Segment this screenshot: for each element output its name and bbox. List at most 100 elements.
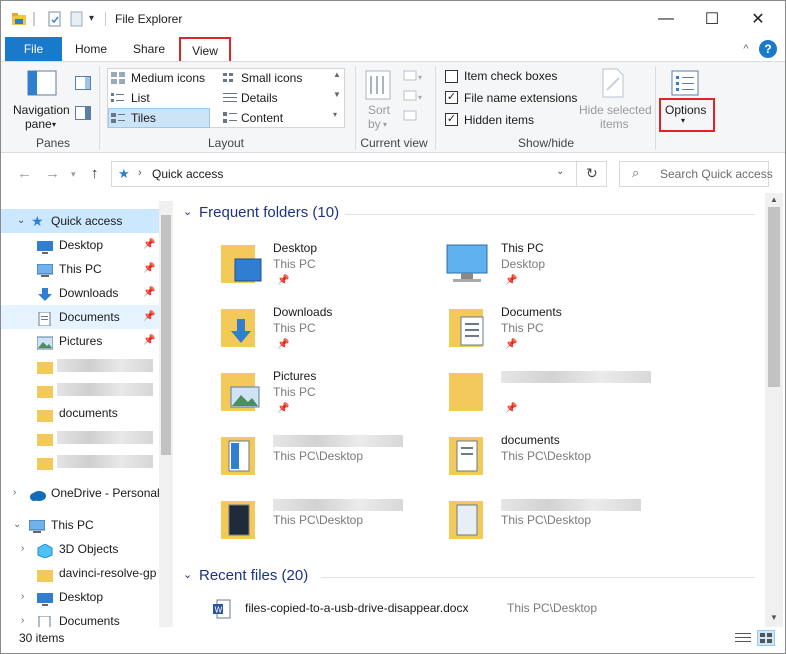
group-by-icon[interactable]: ▾	[403, 70, 425, 85]
scroll-up-icon[interactable]: ▲	[770, 195, 778, 204]
expand-chevron-icon[interactable]: ›	[21, 537, 24, 561]
folder-tile-blurred[interactable]: This PC\Desktop	[213, 489, 433, 551]
folder-tile-this-pc[interactable]: This PC Desktop 📌	[441, 233, 661, 295]
collapse-group-icon[interactable]: ⌄	[183, 568, 192, 581]
layout-tiles[interactable]: Tiles	[131, 111, 156, 125]
sort-by-icon[interactable]	[365, 70, 391, 103]
size-columns-icon[interactable]	[403, 110, 425, 125]
nav-blurred-folder[interactable]	[1, 425, 159, 449]
nav-desktop[interactable]: Desktop 📌	[1, 233, 159, 257]
collapse-ribbon-icon[interactable]: ^	[739, 37, 753, 61]
nav-pictures[interactable]: Pictures 📌	[1, 329, 159, 353]
item-check-boxes-checkbox[interactable]	[445, 70, 458, 83]
content-scroll-thumb[interactable]	[768, 207, 780, 387]
sort-by-label[interactable]: Sort	[368, 103, 390, 117]
scroll-down-icon[interactable]: ▼	[770, 613, 778, 622]
hide-selected-label-2[interactable]: items	[600, 117, 629, 131]
hidden-items-label[interactable]: Hidden items	[464, 113, 534, 127]
tab-share[interactable]: Share	[125, 37, 173, 61]
file-name-extensions-checkbox[interactable]: ✓	[445, 91, 458, 104]
search-input[interactable]: Search Quick access	[660, 167, 773, 181]
maximize-button[interactable]: ☐	[689, 1, 735, 37]
hide-selected-label[interactable]: Hide selected	[579, 103, 652, 117]
recent-file-row[interactable]: W files-copied-to-a-usb-drive-disappear.…	[209, 597, 749, 621]
forward-arrow-icon[interactable]: →	[45, 165, 60, 182]
add-columns-icon[interactable]: ▾	[403, 90, 425, 105]
nav-pc-desktop[interactable]: › Desktop	[1, 585, 159, 609]
tab-file[interactable]: File	[5, 37, 62, 61]
layout-content[interactable]: Content	[241, 111, 283, 125]
folder-tile-blurred[interactable]: This PC\Desktop	[441, 489, 661, 551]
folder-tile-desktop[interactable]: Desktop This PC 📌	[213, 233, 433, 295]
nav-this-pc[interactable]: This PC 📌	[1, 257, 159, 281]
navigation-pane-label-2[interactable]: pane	[25, 117, 52, 131]
close-button[interactable]: ✕	[735, 1, 781, 37]
nav-blurred-folder[interactable]	[1, 353, 159, 377]
layout-medium-icons[interactable]: Medium icons	[131, 71, 205, 85]
nav-scroll-thumb[interactable]	[161, 215, 171, 455]
nav-blurred-folder[interactable]	[1, 449, 159, 473]
layout-small-icons[interactable]: Small icons	[241, 71, 302, 85]
folder-tile-documents-desktop[interactable]: documents This PC\Desktop	[441, 425, 661, 487]
details-view-icon[interactable]	[735, 632, 751, 647]
hide-selected-items-icon[interactable]	[601, 68, 625, 101]
frequent-folders-header[interactable]: Frequent folders (10)	[199, 204, 339, 221]
nav-documents[interactable]: Documents 📌	[1, 305, 159, 329]
breadcrumb[interactable]: Quick access	[152, 167, 223, 181]
options-button[interactable]: Options	[665, 103, 706, 117]
expand-chevron-icon[interactable]: ›	[13, 481, 16, 505]
search-box[interactable]: ⌕ Search Quick access	[619, 161, 773, 187]
address-dropdown-icon[interactable]: ⌄	[556, 166, 564, 177]
recent-locations-icon[interactable]: ▾	[71, 169, 76, 180]
expand-chevron-icon[interactable]: ›	[21, 609, 24, 627]
layout-scroll-down-icon[interactable]: ▼	[333, 90, 341, 99]
nav-onedrive[interactable]: › OneDrive - Personal	[1, 481, 160, 505]
navigation-pane-dropdown-icon[interactable]: ▾	[52, 120, 56, 129]
item-check-boxes-label[interactable]: Item check boxes	[464, 69, 557, 83]
nav-davinci[interactable]: davinci-resolve-gp	[1, 561, 159, 585]
new-folder-quick-icon[interactable]	[69, 11, 85, 27]
layout-details[interactable]: Details	[241, 91, 278, 105]
folder-tile-downloads[interactable]: Downloads This PC 📌	[213, 297, 433, 359]
expand-chevron-icon[interactable]: ⌄	[13, 513, 21, 537]
expand-chevron-icon[interactable]: ⌄	[17, 209, 25, 233]
folder-tile-blurred[interactable]: 📌	[441, 361, 661, 423]
properties-quick-icon[interactable]	[47, 11, 63, 27]
folder-tile-blurred[interactable]: This PC\Desktop	[213, 425, 433, 487]
layout-list[interactable]: List	[131, 91, 150, 105]
details-pane-icon[interactable]	[75, 106, 91, 123]
collapse-group-icon[interactable]: ⌄	[183, 205, 192, 218]
nav-documents-folder[interactable]: documents	[1, 401, 159, 425]
options-dropdown-icon[interactable]: ▾	[681, 116, 685, 125]
sort-by-label-2[interactable]: by	[368, 117, 381, 131]
nav-downloads[interactable]: Downloads 📌	[1, 281, 159, 305]
expand-chevron-icon[interactable]: ›	[21, 585, 24, 609]
content-scrollbar[interactable]: ▲ ▼	[765, 193, 783, 627]
navigation-pane-label[interactable]: Navigation	[13, 103, 70, 117]
file-name-extensions-label[interactable]: File name extensions	[464, 91, 577, 105]
large-icons-view-icon[interactable]	[757, 630, 775, 646]
folder-tile-documents[interactable]: Documents This PC 📌	[441, 297, 661, 359]
recent-files-header[interactable]: Recent files (20)	[199, 567, 308, 584]
layout-scroll-up-icon[interactable]: ▲	[333, 70, 341, 79]
customize-quick-access-icon[interactable]: ▾	[89, 11, 105, 27]
layout-expand-icon[interactable]: ▾	[333, 110, 337, 119]
minimize-button[interactable]: —	[643, 1, 689, 37]
tab-view[interactable]: View	[179, 37, 231, 61]
nav-pc-documents[interactable]: › Documents	[1, 609, 159, 627]
up-arrow-icon[interactable]: ↑	[91, 165, 99, 182]
help-icon[interactable]: ?	[759, 40, 777, 58]
nav-quick-access[interactable]: ⌄ ★ Quick access	[1, 209, 159, 233]
tab-home[interactable]: Home	[69, 37, 113, 61]
hidden-items-checkbox[interactable]: ✓	[445, 113, 458, 126]
nav-scrollbar[interactable]	[159, 201, 173, 627]
folder-tile-pictures[interactable]: Pictures This PC 📌	[213, 361, 433, 423]
nav-blurred-folder[interactable]	[1, 377, 159, 401]
preview-pane-icon[interactable]	[75, 76, 91, 93]
back-arrow-icon[interactable]: ←	[17, 165, 32, 182]
options-icon[interactable]	[671, 70, 699, 99]
nav-this-pc-root[interactable]: ⌄ This PC	[1, 513, 159, 537]
sort-by-dropdown-icon[interactable]: ▾	[383, 120, 387, 129]
nav-3d-objects[interactable]: › 3D Objects	[1, 537, 159, 561]
refresh-icon[interactable]: ↻	[586, 165, 598, 182]
